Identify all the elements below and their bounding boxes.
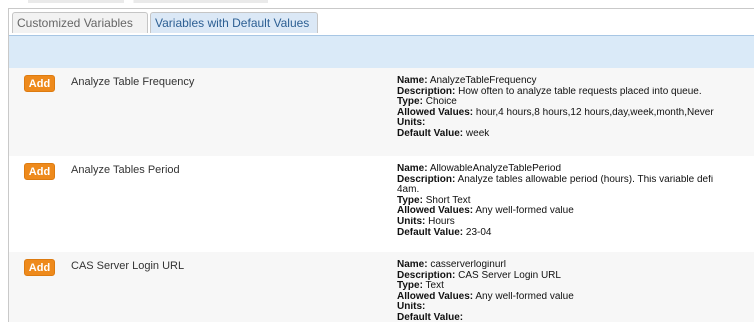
variable-title: CAS Server Login URL [71,260,185,272]
name-value: AllowableAnalyzeTablePeriod [429,164,562,174]
type-label: Type: [397,195,423,206]
name-label: Name: [397,164,428,174]
default-value-value: 23-04 [465,227,492,238]
top-edge-strip [8,0,754,8]
type-label: Type: [397,281,423,292]
default-value-value: week [465,128,490,139]
name-value: AnalyzeTableFrequency [429,76,537,86]
variable-details: Name: AnalyzeTableFrequency Description:… [397,76,754,140]
allowed-values-label: Allowed Values: [397,107,474,118]
units-label: Units: [397,216,426,227]
variable-row: Add Analyze Table Frequency Name: Analyz… [9,68,754,156]
add-button[interactable]: Add [24,75,55,92]
description-value: CAS Server Login URL [458,270,561,281]
description-value: Analyze tables allowable period (hours).… [457,174,714,185]
name-value: casserverloginurl [430,260,506,270]
description-continuation: 4am. [397,185,420,196]
default-value-label: Default Value: [397,128,464,139]
name-label: Name: [397,260,428,270]
variable-details: Name: casserverloginurl Description: CAS… [397,260,754,322]
description-label: Description: [397,86,456,97]
tab-customized-variables[interactable]: Customized Variables [12,12,148,33]
tab-variables-default-values[interactable]: Variables with Default Values [150,12,318,33]
description-value: How often to analyze table requests plac… [458,86,702,97]
variable-details: Name: AllowableAnalyzeTablePeriod Descri… [397,164,754,238]
units-value: Hours [428,216,455,227]
variable-row: Add CAS Server Login URL Name: casserver… [9,252,754,322]
allowed-values-value: Any well-formed value [475,291,574,302]
description-label: Description: [397,270,456,281]
units-label: Units: [397,118,426,129]
allowed-values-label: Allowed Values: [397,291,474,302]
type-value: Short Text [425,195,471,206]
variable-row: Add Analyze Tables Period Name: Allowabl… [9,156,754,252]
add-button[interactable]: Add [24,259,55,276]
allowed-values-value: hour,4 hours,8 hours,12 hours,day,week,m… [475,107,714,118]
allowed-values-value: Any well-formed value [475,206,574,217]
type-value: Text [425,281,444,292]
allowed-values-label: Allowed Values: [397,206,474,217]
variable-title: Analyze Table Frequency [71,76,195,88]
add-button[interactable]: Add [24,163,55,180]
name-label: Name: [397,76,428,86]
description-label: Description: [397,174,456,185]
units-label: Units: [397,302,426,313]
tab-content-header [9,35,754,69]
type-label: Type: [397,97,423,108]
variables-panel: Customized Variables Variables with Defa… [8,8,754,322]
cropped-header-text [28,0,268,3]
type-value: Choice [425,97,457,108]
default-value-label: Default Value: [397,227,464,238]
tab-strip: Customized Variables Variables with Defa… [9,9,754,35]
variable-title: Analyze Tables Period [71,164,180,176]
